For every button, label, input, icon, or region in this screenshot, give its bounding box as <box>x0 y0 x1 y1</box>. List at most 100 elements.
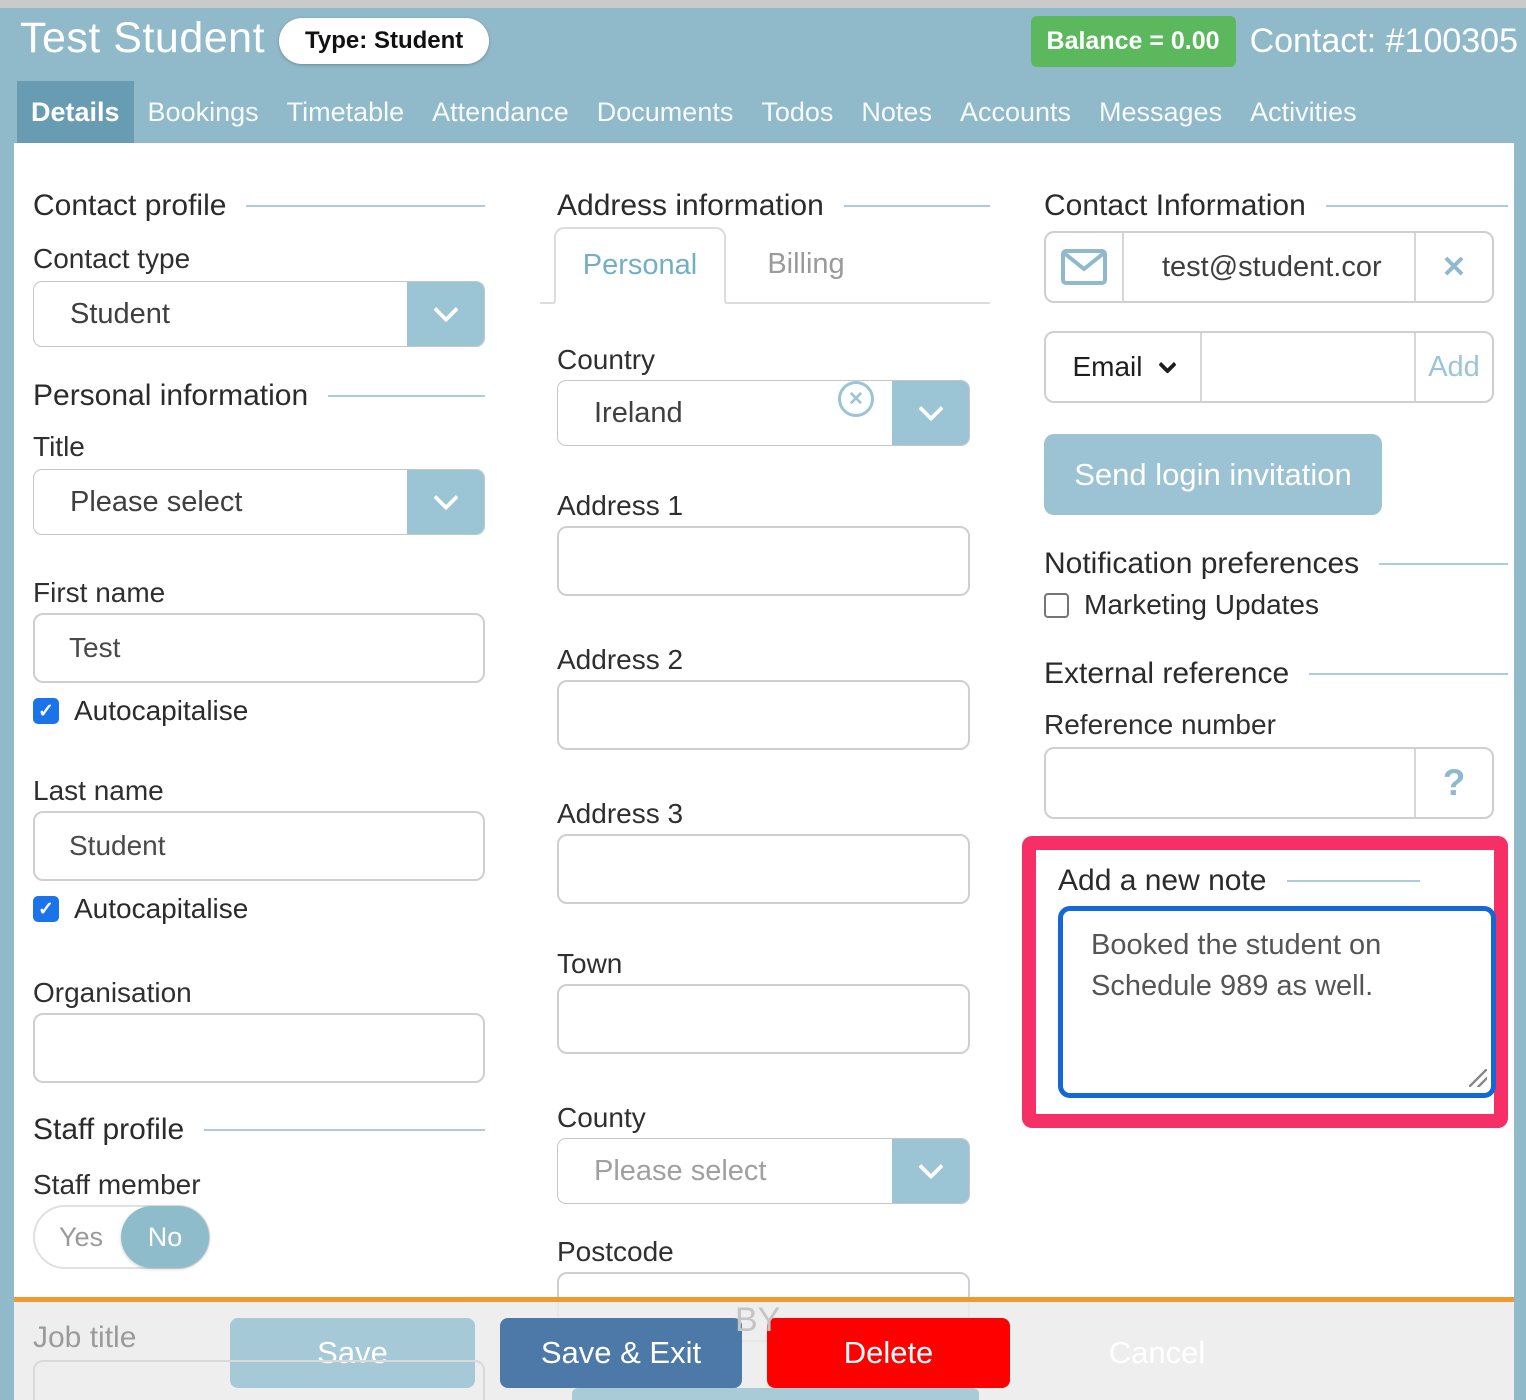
staff-member-toggle-yes[interactable]: Yes <box>35 1207 127 1267</box>
send-login-invitation-button[interactable]: Send login invitation <box>1044 434 1382 515</box>
country-select[interactable]: Ireland ✕ <box>557 380 970 446</box>
county-value: Please select <box>558 1139 892 1203</box>
cancel-button[interactable]: Cancel <box>1037 1318 1277 1388</box>
contact-method-type-value: Email <box>1072 351 1142 383</box>
new-contact-method-input[interactable] <box>1202 333 1414 401</box>
address3-label: Address 3 <box>557 798 990 830</box>
address2-label: Address 2 <box>557 644 990 676</box>
country-clear-icon[interactable]: ✕ <box>838 381 874 417</box>
chevron-down-icon <box>433 485 458 510</box>
tab-todos[interactable]: Todos <box>747 81 847 143</box>
tab-timetable[interactable]: Timetable <box>273 81 419 143</box>
reference-number-input[interactable] <box>1046 749 1414 817</box>
reference-number-row: ? <box>1044 747 1494 819</box>
tab-activities[interactable]: Activities <box>1236 81 1371 143</box>
country-value: Ireland <box>558 381 838 445</box>
section-title-personal-information: Personal information <box>33 379 308 413</box>
town-input[interactable] <box>557 984 970 1054</box>
organisation-input[interactable] <box>33 1013 485 1083</box>
section-divider <box>328 395 485 397</box>
textarea-resize-handle[interactable] <box>1469 1069 1487 1087</box>
autocapitalise-last-checkbox[interactable] <box>33 896 59 922</box>
remove-email-button[interactable]: ✕ <box>1414 233 1492 301</box>
staff-member-toggle[interactable]: Yes No <box>33 1205 210 1269</box>
help-icon[interactable]: ? <box>1414 749 1492 817</box>
page-title: Test Student <box>20 14 265 63</box>
address-tab-personal[interactable]: Personal <box>554 227 726 304</box>
section-title-staff-profile: Staff profile <box>33 1113 184 1147</box>
new-note-textarea[interactable]: Booked the student on Schedule 989 as we… <box>1058 906 1496 1098</box>
job-title-input[interactable] <box>33 1360 485 1400</box>
address2-input[interactable] <box>557 680 970 750</box>
section-title-address-information: Address information <box>557 189 824 223</box>
section-divider <box>1287 880 1421 882</box>
section-title-add-new-note: Add a new note <box>1058 864 1267 898</box>
tab-messages[interactable]: Messages <box>1085 81 1236 143</box>
job-title-label: Job title <box>33 1321 136 1355</box>
chevron-down-icon <box>1158 355 1176 373</box>
window-top-strip <box>0 0 1526 8</box>
contact-method-type-select[interactable]: Email <box>1046 333 1202 401</box>
county-label: County <box>557 1102 990 1134</box>
staff-member-toggle-no[interactable]: No <box>121 1206 209 1268</box>
chevron-down-icon <box>918 396 943 421</box>
tab-bookings[interactable]: Bookings <box>134 81 273 143</box>
section-divider <box>1326 205 1508 207</box>
title-select[interactable]: Please select <box>33 469 485 535</box>
tab-documents[interactable]: Documents <box>583 81 748 143</box>
last-name-value: Student <box>69 830 166 862</box>
reference-number-label: Reference number <box>1044 709 1508 741</box>
add-contact-method-row: Email Add <box>1044 331 1494 403</box>
save-and-exit-button[interactable]: Save & Exit <box>500 1318 742 1388</box>
section-divider <box>1379 563 1508 565</box>
town-label: Town <box>557 948 990 980</box>
contact-type-select[interactable]: Student <box>33 281 485 347</box>
marketing-updates-checkbox[interactable] <box>1044 593 1069 618</box>
marketing-updates-label: Marketing Updates <box>1084 589 1319 621</box>
email-row: test@student.cor ✕ <box>1044 231 1494 303</box>
contact-type-badge: Type: Student <box>279 18 489 64</box>
country-dropdown-button[interactable] <box>892 381 969 445</box>
address3-input[interactable] <box>557 834 970 904</box>
first-name-value: Test <box>69 632 120 664</box>
organisation-label: Organisation <box>33 977 485 1009</box>
last-name-input[interactable]: Student <box>33 811 485 881</box>
tab-accounts[interactable]: Accounts <box>946 81 1085 143</box>
tab-notes[interactable]: Notes <box>847 81 946 143</box>
background-partial-text: BY <box>735 1301 780 1340</box>
title-dropdown-button[interactable] <box>407 470 484 534</box>
column-contact-profile: Contact profile Contact type Student Per… <box>33 143 485 1269</box>
address1-label: Address 1 <box>557 490 990 522</box>
main-tabbar: Details Bookings Timetable Attendance Do… <box>17 81 1371 143</box>
section-divider <box>246 205 485 207</box>
section-divider <box>204 1129 485 1131</box>
content-panel: Contact profile Contact type Student Per… <box>14 143 1514 1400</box>
add-contact-method-button[interactable]: Add <box>1414 333 1492 401</box>
address-tabbar: Personal Billing <box>540 227 990 304</box>
delete-button[interactable]: Delete <box>767 1318 1010 1388</box>
title-label: Title <box>33 431 485 463</box>
tab-details[interactable]: Details <box>17 81 134 143</box>
address-tab-billing[interactable]: Billing <box>726 227 886 302</box>
email-value[interactable]: test@student.cor <box>1124 233 1414 301</box>
contact-type-dropdown-button[interactable] <box>407 282 484 346</box>
title-value: Please select <box>34 470 407 534</box>
county-select[interactable]: Please select <box>557 1138 970 1204</box>
last-name-label: Last name <box>33 775 485 807</box>
country-label: Country <box>557 344 990 376</box>
first-name-input[interactable]: Test <box>33 613 485 683</box>
autocapitalise-last-label: Autocapitalise <box>74 893 248 925</box>
column-contact-information: Contact Information test@student.cor ✕ E… <box>1044 143 1508 1128</box>
email-icon <box>1046 233 1124 301</box>
autocapitalise-first-checkbox[interactable] <box>33 698 59 724</box>
autocapitalise-first-label: Autocapitalise <box>74 695 248 727</box>
address1-input[interactable] <box>557 526 970 596</box>
chevron-down-icon <box>433 297 458 322</box>
column-address-information: Address information Personal Billing Cou… <box>540 143 990 1342</box>
county-dropdown-button[interactable] <box>892 1139 969 1203</box>
section-title-contact-information: Contact Information <box>1044 189 1306 223</box>
contact-id: Contact: #100305 <box>1250 22 1518 61</box>
note-highlight-box: Add a new note Booked the student on Sch… <box>1022 836 1508 1128</box>
section-title-contact-profile: Contact profile <box>33 189 226 223</box>
tab-attendance[interactable]: Attendance <box>418 81 583 143</box>
